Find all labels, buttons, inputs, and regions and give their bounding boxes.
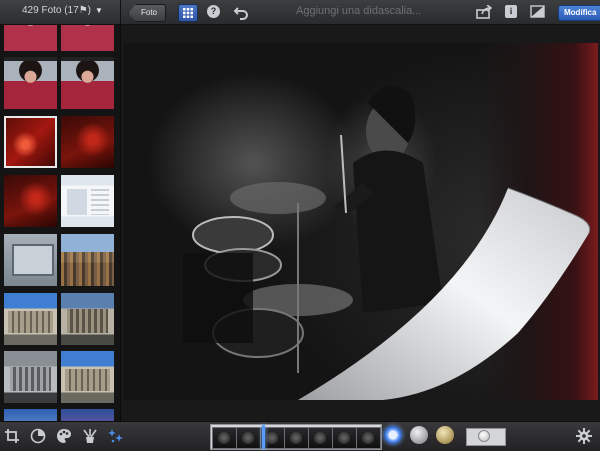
- thumbnail[interactable]: [4, 57, 57, 109]
- grid-view-button[interactable]: [178, 4, 198, 22]
- effect-frame[interactable]: [236, 427, 262, 449]
- silver-preset[interactable]: [410, 426, 428, 444]
- edit-button[interactable]: Modifica: [558, 5, 600, 21]
- undo-icon[interactable]: [233, 4, 249, 20]
- thumbnail[interactable]: [4, 293, 57, 345]
- top-toolbar: 429 Foto (17⚑) ▼ Foto ? Aggiungi una dida…: [0, 0, 600, 25]
- thumbnail[interactable]: [61, 57, 114, 109]
- filmstrip-playhead[interactable]: [262, 425, 265, 449]
- thumbnail[interactable]: [4, 351, 57, 403]
- thumbnail[interactable]: [61, 234, 114, 286]
- palette-icon[interactable]: [56, 428, 72, 444]
- effect-frame[interactable]: [308, 427, 334, 449]
- photos-count-button[interactable]: 429 Foto (17⚑) ▼: [22, 5, 103, 16]
- thumbnail[interactable]: [61, 293, 114, 345]
- caption-field[interactable]: Aggiungi una didascalia...: [296, 5, 421, 17]
- effects-filmstrip[interactable]: [210, 424, 382, 450]
- compare-icon[interactable]: [530, 5, 545, 18]
- straighten-icon[interactable]: [30, 428, 46, 444]
- thumbnail-selected[interactable]: [4, 116, 57, 168]
- grid-icon: [183, 8, 193, 18]
- thumbnail[interactable]: [61, 175, 114, 227]
- blue-preset[interactable]: [384, 426, 402, 444]
- photos-count-label: 429 Foto (17⚑): [22, 5, 91, 16]
- thumbnail[interactable]: [61, 351, 114, 403]
- effect-frame[interactable]: [332, 427, 358, 449]
- info-button[interactable]: i: [505, 5, 517, 18]
- effect-frame[interactable]: [356, 427, 381, 449]
- effects-icon[interactable]: [108, 428, 124, 444]
- effect-frame[interactable]: [284, 427, 310, 449]
- thumbnail[interactable]: [61, 409, 114, 421]
- album-header: 429 Foto (17⚑) ▼: [0, 0, 121, 24]
- photo-thumbnail-sidebar[interactable]: [0, 25, 121, 421]
- brush-icon[interactable]: [82, 428, 98, 444]
- help-button[interactable]: ?: [207, 5, 220, 18]
- share-icon[interactable]: [476, 5, 492, 19]
- thumbnail[interactable]: [4, 409, 57, 421]
- thumbnail[interactable]: [4, 234, 57, 286]
- effect-frame[interactable]: [212, 427, 238, 449]
- back-to-photos-button[interactable]: Foto: [128, 4, 167, 22]
- thumbnail[interactable]: [61, 116, 114, 168]
- main-photo[interactable]: [123, 43, 598, 400]
- thumbnail[interactable]: [4, 25, 57, 51]
- intensity-slider-knob[interactable]: [478, 430, 490, 442]
- photo-viewer: [121, 25, 600, 421]
- caret-down-icon: ▼: [95, 6, 103, 15]
- gold-preset[interactable]: [436, 426, 454, 444]
- crop-icon[interactable]: [4, 428, 20, 444]
- thumbnail[interactable]: [4, 175, 57, 227]
- page-curl[interactable]: [123, 43, 598, 400]
- edit-toolbar: [0, 421, 600, 451]
- thumbnail[interactable]: [61, 25, 114, 51]
- gear-icon[interactable]: [576, 428, 592, 444]
